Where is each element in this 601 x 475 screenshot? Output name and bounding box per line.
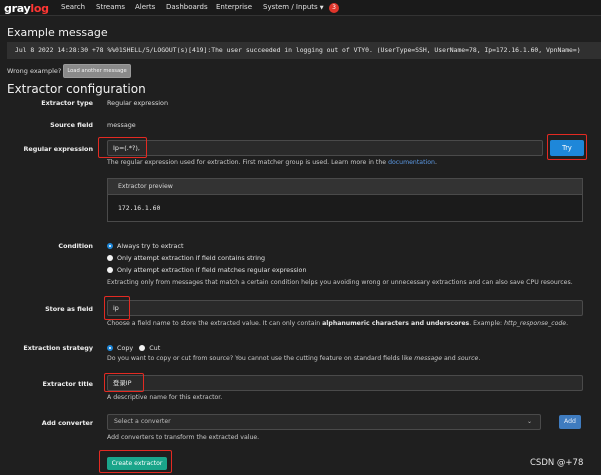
top-navbar: gray log Search Streams Alerts Dashboards… xyxy=(0,0,601,16)
radio-icon[interactable] xyxy=(107,267,113,273)
try-highlight-box xyxy=(547,134,587,160)
source-field-value: message xyxy=(107,121,136,129)
regex-highlight-box xyxy=(98,137,147,158)
store-as-field-label: Store as field xyxy=(45,305,93,313)
wrong-example-label: Wrong example? xyxy=(7,67,62,75)
extractor-configuration-heading: Extractor configuration xyxy=(7,82,146,96)
extractor-type-label: Extractor type xyxy=(41,99,93,107)
add-converter-button[interactable]: Add xyxy=(559,415,581,429)
strategy-cut[interactable]: Cut xyxy=(149,344,160,352)
graylog-logo[interactable]: gray log xyxy=(4,1,49,15)
strategy-options: Copy Cut xyxy=(107,344,160,352)
nav-alerts[interactable]: Alerts xyxy=(135,3,155,11)
condition-option-always[interactable]: Always try to extract xyxy=(107,242,184,250)
strategy-copy[interactable]: Copy xyxy=(117,344,133,352)
extractor-type-value: Regular expression xyxy=(107,99,169,107)
condition-help-text: Extracting only from messages that match… xyxy=(107,279,573,286)
nav-enterprise[interactable]: Enterprise xyxy=(216,3,252,11)
example-message-heading: Example message xyxy=(7,26,108,39)
title-highlight-box xyxy=(104,373,144,392)
nav-system-inputs[interactable]: System / Inputs ▼ xyxy=(263,3,324,11)
extractor-preview-panel: Extractor preview 172.16.1.60 xyxy=(107,178,583,222)
converter-help-text: Add converters to transform the extracte… xyxy=(107,434,260,441)
extractor-title-label: Extractor title xyxy=(42,380,93,388)
preview-title: Extractor preview xyxy=(108,179,582,195)
strategy-help-text: Do you want to copy or cut from source? … xyxy=(107,355,481,362)
create-highlight-box xyxy=(99,450,172,473)
radio-selected-icon[interactable] xyxy=(107,243,113,249)
nav-streams[interactable]: Streams xyxy=(96,3,125,11)
radio-icon[interactable] xyxy=(139,345,146,351)
extraction-strategy-label: Extraction strategy xyxy=(23,344,93,352)
csdn-watermark: CSDN @+78 xyxy=(530,458,584,468)
nav-search[interactable]: Search xyxy=(61,3,85,11)
load-another-message-button[interactable]: Load another message xyxy=(63,64,131,78)
regex-input[interactable]: Ip=(.*?), xyxy=(107,140,543,156)
store-field-highlight-box xyxy=(104,296,130,320)
extractor-title-input[interactable]: 登录IP xyxy=(107,375,583,391)
title-help-text: A descriptive name for this extractor. xyxy=(107,394,223,401)
condition-label: Condition xyxy=(58,242,93,250)
notification-badge[interactable]: 3 xyxy=(329,3,339,13)
caret-down-icon: ▼ xyxy=(319,5,324,11)
add-converter-label: Add converter xyxy=(41,419,93,427)
radio-icon[interactable] xyxy=(107,255,113,261)
converter-select[interactable]: Select a converter ⌄ xyxy=(107,414,541,430)
example-message-box: Jul 8 2022 14:28:30 +78 %%01SHELL/5/LOGO… xyxy=(7,42,601,59)
regex-label: Regular expression xyxy=(23,145,93,153)
condition-option-matches[interactable]: Only attempt extraction if field matches… xyxy=(107,266,307,274)
nav-dashboards[interactable]: Dashboards xyxy=(166,3,208,11)
source-field-label: Source field xyxy=(50,121,93,129)
store-as-field-input[interactable]: ip xyxy=(107,300,583,316)
store-field-help-text: Choose a field name to store the extract… xyxy=(107,320,569,327)
radio-selected-icon[interactable] xyxy=(107,345,113,351)
regex-help-text: The regular expression used for extracti… xyxy=(107,159,437,166)
condition-option-contains[interactable]: Only attempt extraction if field contain… xyxy=(107,254,265,262)
chevron-down-icon: ⌄ xyxy=(526,418,532,425)
documentation-link[interactable]: documentation xyxy=(388,159,435,166)
preview-value: 172.16.1.60 xyxy=(118,204,161,212)
